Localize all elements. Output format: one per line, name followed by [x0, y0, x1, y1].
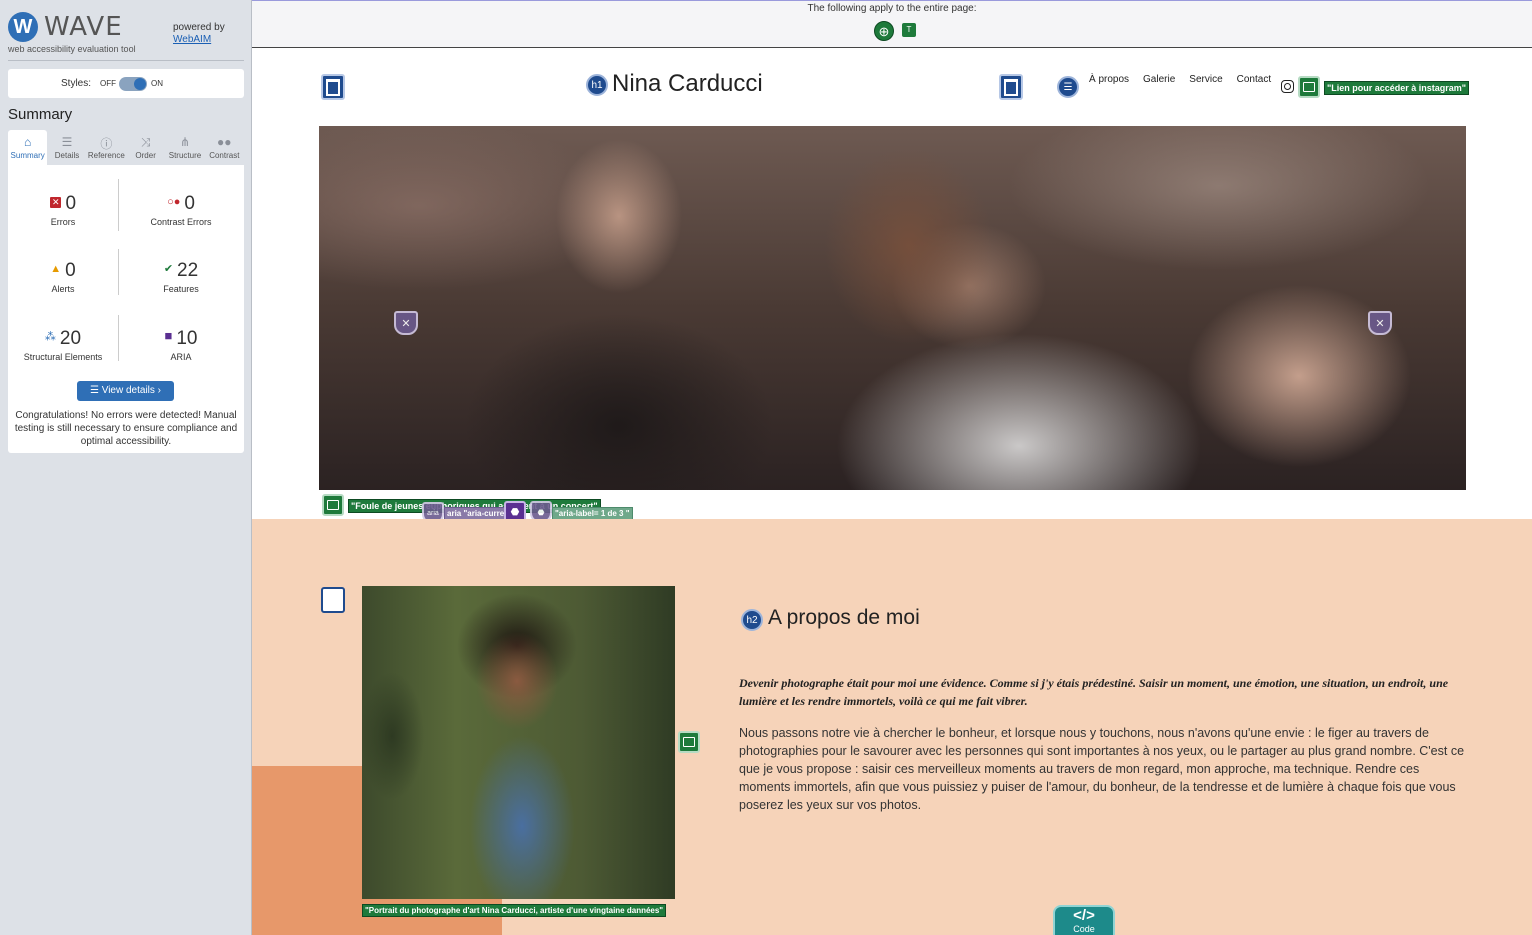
- wave-sidebar: W WAVE web accessibility evaluation tool…: [0, 0, 252, 935]
- language-icon[interactable]: T: [902, 23, 916, 37]
- alerts-count: 0: [65, 260, 76, 281]
- about-lead: Devenir photographe était pour moi une é…: [739, 676, 1449, 708]
- features-count: 22: [177, 260, 199, 281]
- powered-by-text: powered by: [173, 22, 225, 33]
- styles-on-label: ON: [151, 79, 163, 88]
- tab-label: Details: [54, 151, 80, 160]
- list-structure-icon[interactable]: ☰: [1057, 76, 1079, 98]
- image-alt-icon[interactable]: [322, 494, 344, 516]
- tab-contrast[interactable]: ●● Contrast: [205, 130, 244, 165]
- wave-wordmark: WAVE: [44, 12, 123, 42]
- stat-contrast-errors[interactable]: ○● 0 Contrast Errors: [118, 193, 244, 227]
- instagram-icon[interactable]: [1281, 80, 1294, 93]
- portrait-image: [362, 586, 675, 899]
- wave-logo-icon: W: [8, 12, 38, 42]
- home-icon: ⌂: [24, 135, 32, 149]
- check-icon: ✔: [163, 263, 174, 275]
- powered-by: powered by WebAIM: [173, 22, 225, 46]
- wave-tagline: web accessibility evaluation tool: [8, 44, 136, 54]
- congrats-message: Congratulations! No errors were detected…: [14, 410, 238, 447]
- linked-image-icon[interactable]: [1298, 76, 1320, 98]
- toggle-knob: [134, 78, 146, 90]
- error-icon: ✕: [49, 197, 62, 208]
- contrast-errors-label: Contrast Errors: [150, 217, 212, 227]
- h1-badge[interactable]: h1: [586, 74, 608, 96]
- stat-features[interactable]: ✔ 22 Features: [118, 260, 244, 294]
- hidden-element-icon[interactable]: ✕: [394, 311, 418, 335]
- stat-alerts[interactable]: ▲ 0 Alerts: [8, 260, 118, 294]
- header-region-icon[interactable]: [321, 74, 345, 100]
- webaim-link[interactable]: WebAIM: [173, 34, 211, 45]
- structural-count: 20: [59, 328, 82, 349]
- stat-aria[interactable]: ■ 10 ARIA: [118, 328, 244, 362]
- code-toggle-button[interactable]: </> Code: [1053, 905, 1115, 935]
- tab-label: Reference: [87, 151, 125, 160]
- nav-region-icon[interactable]: [999, 74, 1023, 100]
- stat-structural[interactable]: ⁂ 20 Structural Elements: [8, 328, 118, 362]
- about-body: Nous passons notre vie à chercher le bon…: [739, 726, 1465, 812]
- wave-tabs: ⌂ Summary ☰ Details ⓘ Reference ⤨ Order ⋔ Str…: [8, 130, 244, 165]
- tab-label: Structure: [168, 151, 202, 160]
- errors-count: 0: [65, 193, 77, 214]
- structural-label: Structural Elements: [23, 352, 103, 362]
- tab-details[interactable]: ☰ Details: [47, 130, 86, 165]
- nav-link-galerie[interactable]: Galerie: [1143, 74, 1175, 85]
- tab-summary[interactable]: ⌂ Summary: [8, 130, 48, 165]
- tab-label: Contrast: [209, 151, 240, 160]
- view-details-button[interactable]: ☰ View details ›: [77, 381, 174, 401]
- contrast-errors-count: 0: [184, 193, 195, 214]
- tab-order[interactable]: ⤨ Order: [126, 130, 165, 165]
- alerts-label: Alerts: [51, 284, 75, 294]
- tab-label: Order: [135, 151, 156, 160]
- aria-icon: ■: [164, 328, 173, 343]
- structure-icon: ⁂: [44, 331, 56, 343]
- portrait-alt-label: "Portrait du photographe d'art Nina Card…: [362, 904, 667, 917]
- styles-label: Styles:: [61, 78, 92, 89]
- instagram-alt-label: "Lien pour accéder à instagram": [1324, 81, 1470, 95]
- info-icon: ⓘ: [100, 137, 113, 151]
- order-icon: ⤨: [140, 135, 151, 149]
- tab-reference[interactable]: ⓘ Reference: [87, 130, 126, 165]
- nav-link-apropos[interactable]: À propos: [1089, 74, 1129, 85]
- contrast-error-icon: ○●: [167, 196, 181, 208]
- errors-label: Errors: [50, 217, 76, 227]
- contrast-icon: ●●: [217, 135, 232, 149]
- wave-brand: W WAVE web accessibility evaluation tool…: [8, 10, 244, 56]
- image-alt-icon[interactable]: [678, 731, 700, 753]
- summary-title: Summary: [8, 106, 73, 123]
- aria-label: ARIA: [170, 352, 192, 362]
- alert-icon: ▲: [50, 263, 62, 275]
- features-label: Features: [163, 284, 199, 294]
- styles-off-label: OFF: [100, 79, 116, 88]
- globe-icon[interactable]: ⊕: [874, 21, 894, 41]
- list-icon: ☰: [61, 135, 73, 149]
- site-title: Nina Carducci: [612, 70, 763, 97]
- about-title: A propos de moi: [768, 606, 920, 629]
- structure-icon: ⋔: [179, 135, 190, 149]
- summary-panel: ✕ 0 Errors ○● 0 Contrast Errors ▲ 0 Alerts …: [8, 165, 244, 453]
- hidden-element-icon[interactable]: ✕: [1368, 311, 1392, 335]
- styles-toggle[interactable]: [119, 77, 147, 91]
- tab-label: Summary: [10, 151, 45, 160]
- h2-badge[interactable]: h2: [741, 609, 763, 631]
- site-nav: À propos Galerie Service Contact: [1089, 74, 1271, 85]
- nav-link-contact[interactable]: Contact: [1237, 74, 1271, 85]
- section-region-icon[interactable]: [321, 587, 345, 613]
- nav-link-service[interactable]: Service: [1189, 74, 1222, 85]
- view-details-label: View details ›: [101, 385, 162, 396]
- hero-image: [319, 126, 1466, 490]
- page-level-text: The following apply to the entire page:: [807, 3, 977, 14]
- tab-structure[interactable]: ⋔ Structure: [165, 130, 204, 165]
- stat-errors[interactable]: ✕ 0 Errors: [8, 193, 118, 227]
- styles-toggle-box: Styles: OFF ON: [8, 69, 244, 98]
- aria-count: 10: [176, 328, 198, 349]
- list-icon: ☰: [89, 385, 102, 396]
- page-level-bar: The following apply to the entire page: …: [252, 0, 1532, 48]
- code-icon: </>: [1073, 907, 1095, 924]
- code-label: Code: [1073, 924, 1095, 934]
- divider: [8, 60, 244, 61]
